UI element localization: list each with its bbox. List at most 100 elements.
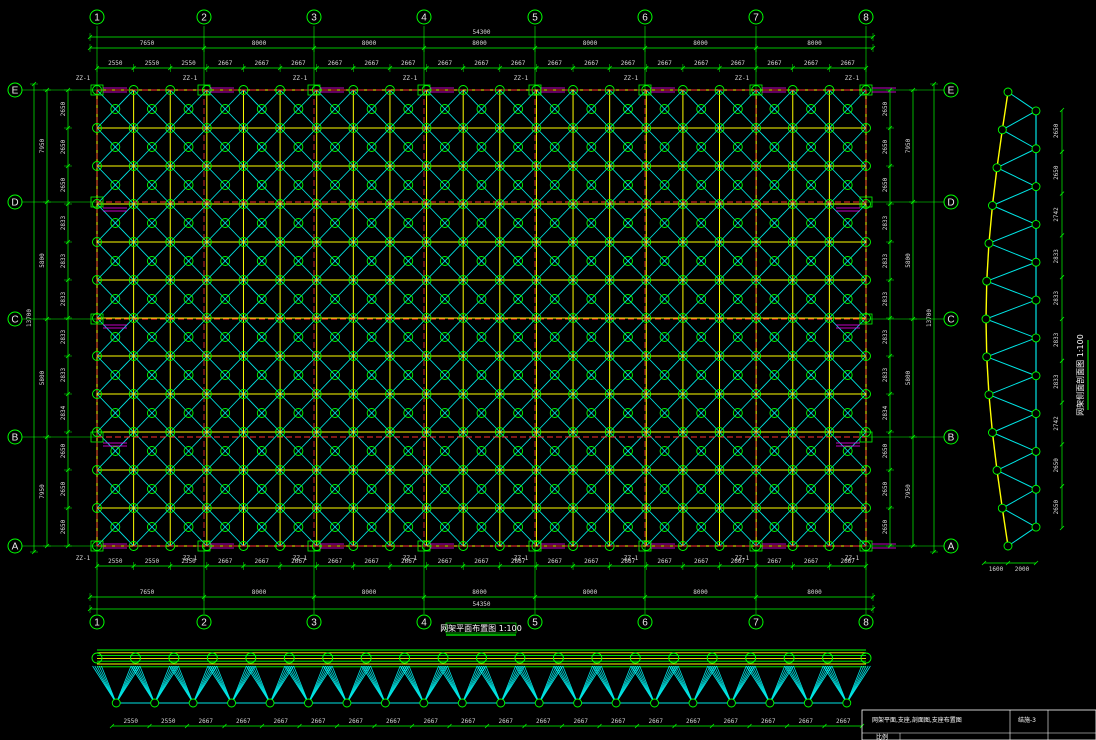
plan-dimension-lines: 54300 7650 8000 8000 8000 8000 8000 8000 2550 255… xyxy=(26,29,938,613)
row-axis-label: D xyxy=(11,198,18,209)
front-web xyxy=(831,665,848,704)
module-dim-text: 2667 xyxy=(218,60,233,67)
side-node xyxy=(987,201,997,210)
bay-dim-text: 7650 xyxy=(140,40,155,47)
side-web xyxy=(1002,129,1037,150)
side-web xyxy=(992,205,1037,225)
side-node xyxy=(1031,371,1041,381)
front-dim-text: 2667 xyxy=(349,718,364,725)
module-dim-bottom-text: 2550 xyxy=(145,558,160,565)
side-web xyxy=(986,337,1037,358)
front-web xyxy=(139,665,156,704)
front-web xyxy=(293,665,309,704)
front-node xyxy=(342,698,352,708)
module-dim-text: 2667 xyxy=(474,60,489,67)
row-module-dim-text: 2833 xyxy=(60,215,67,230)
module-dim-text: 2667 xyxy=(511,60,526,67)
front-web xyxy=(254,665,271,704)
column-axis-label: 3 xyxy=(311,13,317,24)
front-dim-text: 2550 xyxy=(124,718,139,725)
side-web xyxy=(986,356,1037,377)
module-dim-bottom-text: 2667 xyxy=(364,558,379,565)
row-module-dim-right-text: 2650 xyxy=(882,481,889,496)
module-dim-text: 2667 xyxy=(255,60,270,67)
bay-dim-text: 8000 xyxy=(693,40,708,47)
front-web xyxy=(716,665,732,704)
title-block: 网架平面,支座,剖面图,支座布置图 结施-3 比例 xyxy=(861,709,1096,740)
module-dim-text: 2667 xyxy=(621,60,636,67)
module-dim-text: 2667 xyxy=(694,60,709,67)
front-node xyxy=(726,698,736,708)
front-dim-text: 2667 xyxy=(274,718,289,725)
side-top-chord xyxy=(991,167,998,206)
module-dim-bottom-text: 2667 xyxy=(291,558,306,565)
module-dim-bottom-text: 2550 xyxy=(181,558,196,565)
front-web xyxy=(408,665,425,704)
side-node xyxy=(992,465,1002,475)
support-tag-text: ZZ-1 xyxy=(293,75,308,82)
side-node xyxy=(1003,541,1013,551)
bay-dim-text: 8000 xyxy=(472,40,487,47)
row-axis-label: D xyxy=(947,198,954,209)
side-top-chord xyxy=(988,205,994,244)
column-axis-label: 7 xyxy=(753,13,759,24)
column-axis-label: 5 xyxy=(532,13,538,24)
front-web xyxy=(370,665,386,704)
side-node xyxy=(997,125,1007,135)
front-web xyxy=(101,665,117,704)
front-web xyxy=(447,665,463,704)
side-node xyxy=(1031,333,1041,343)
column-axis-label: 3 xyxy=(311,618,317,629)
front-dim-text: 2667 xyxy=(386,718,401,725)
module-dim-text: 2667 xyxy=(328,60,343,67)
space-truss-members xyxy=(96,89,867,547)
column-axis-label: 8 xyxy=(863,13,869,24)
side-dim-text: 2650 xyxy=(1053,123,1060,138)
row-dim-text: 7950 xyxy=(39,484,46,499)
row-module-dim-text: 2650 xyxy=(60,519,67,534)
side-elevation: 2650 2650 2742 2833 2833 2833 2833 2742 2650 2650… xyxy=(981,87,1065,573)
side-top-chord xyxy=(986,356,990,395)
support-tag-text: ZZ-1 xyxy=(735,75,750,82)
side-elevation-caption: 网架侧面剖面图 1:100 xyxy=(1075,334,1089,416)
side-top-chord xyxy=(996,129,1003,168)
front-web xyxy=(793,665,809,704)
module-dim-bottom-text: 2667 xyxy=(474,558,489,565)
front-web xyxy=(177,665,194,704)
module-dim-text: 2667 xyxy=(584,60,599,67)
row-dim-right-text: 7950 xyxy=(905,484,912,499)
row-dim-text: 5800 xyxy=(39,370,46,385)
side-node xyxy=(1031,446,1041,456)
front-dim-text: 2667 xyxy=(236,718,251,725)
module-dim-bottom-text: 2667 xyxy=(694,558,709,565)
side-web xyxy=(1002,507,1037,528)
support-tag-text: ZZ-1 xyxy=(76,75,91,82)
side-dim-text: 2833 xyxy=(1053,374,1060,389)
module-dim-text: 2667 xyxy=(767,60,782,67)
front-dim-text: 2667 xyxy=(574,718,589,725)
side-web xyxy=(992,432,1037,452)
row-module-dim-right-text: 2650 xyxy=(882,177,889,192)
side-node xyxy=(1031,295,1041,305)
front-dim-text: 2667 xyxy=(836,718,851,725)
row-axis-label: C xyxy=(11,315,18,326)
support-tag-text: ZZ-1 xyxy=(624,75,639,82)
row-axis-label: A xyxy=(948,542,955,553)
row-dim-right-text: 5800 xyxy=(905,370,912,385)
row-module-dim-text: 2833 xyxy=(60,329,67,344)
module-dim-text: 2667 xyxy=(401,60,416,67)
front-node xyxy=(611,698,621,708)
module-dim-text: 2667 xyxy=(291,60,306,67)
side-node xyxy=(992,163,1002,173)
module-dim-bottom-text: 2667 xyxy=(804,558,819,565)
side-node xyxy=(982,276,992,286)
side-node xyxy=(997,503,1007,513)
module-dim-text: 2667 xyxy=(364,60,379,67)
overall-height-dim-text: 13700 xyxy=(26,309,33,327)
module-dim-bottom-text: 2667 xyxy=(438,558,453,565)
side-web xyxy=(986,280,1037,301)
module-dim-bottom-text: 2667 xyxy=(840,558,855,565)
row-module-dim-text: 2833 xyxy=(60,253,67,268)
module-dim-bottom-text: 2667 xyxy=(401,558,416,565)
row-module-dim-text: 2833 xyxy=(60,291,67,306)
